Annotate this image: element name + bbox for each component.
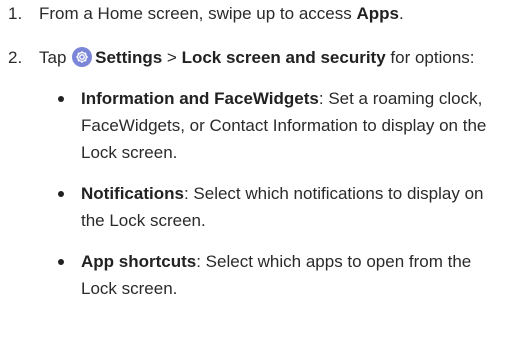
path-separator: > xyxy=(162,48,182,67)
step-text-end: for options: xyxy=(385,48,475,67)
bullet-icon xyxy=(58,96,64,102)
step-2: 2. Tap Settings > Lock screen and securi… xyxy=(0,44,515,71)
option-title: Notifications xyxy=(81,184,184,203)
apps-label: Apps xyxy=(356,4,399,23)
step-number: 1. xyxy=(8,4,23,23)
settings-label: Settings xyxy=(95,48,163,67)
step-number: 2. xyxy=(8,48,23,67)
option-title: App shortcuts xyxy=(81,252,197,271)
step-text: Tap xyxy=(39,48,72,67)
bullet-icon xyxy=(58,259,64,265)
step-text: From a Home screen, swipe up to access xyxy=(39,4,357,23)
instructions-document: 1. From a Home screen, swipe up to acces… xyxy=(0,0,515,302)
step-1: 1. From a Home screen, swipe up to acces… xyxy=(0,0,515,27)
bullet-icon xyxy=(58,191,64,197)
option-item: App shortcuts: Select which apps to open… xyxy=(0,248,515,302)
settings-gear-icon xyxy=(72,47,93,67)
option-item: Notifications: Select which notification… xyxy=(0,180,515,234)
lock-screen-security-label: Lock screen and security xyxy=(181,48,386,67)
step-text-end: . xyxy=(398,4,404,23)
option-item: Information and FaceWidgets: Set a roami… xyxy=(0,85,515,166)
option-title: Information and FaceWidgets xyxy=(81,89,319,108)
